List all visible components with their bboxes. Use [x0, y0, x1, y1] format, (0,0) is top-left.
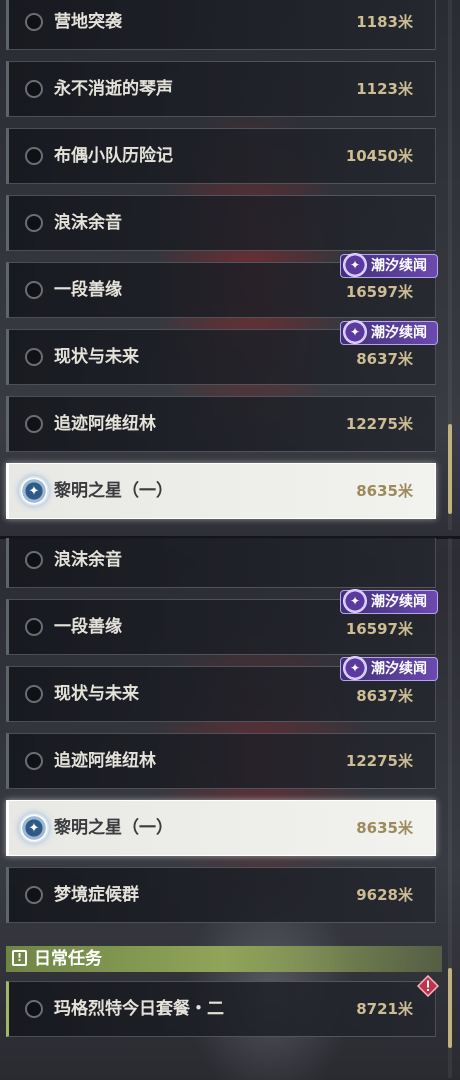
tidal-sparkle-icon: ✦: [343, 656, 367, 680]
radio-circle-icon: [25, 551, 43, 569]
quest-name: 浪沫余音: [54, 213, 122, 233]
quest-distance: 12275米: [345, 752, 413, 770]
quest-name: 追迹阿维纽林: [54, 751, 156, 771]
exclamation-box-icon: !: [12, 950, 27, 966]
quest-name: 追迹阿维纽林: [54, 414, 156, 434]
radio-circle-icon: [25, 13, 43, 31]
quest-name: 黎明之星（一）: [54, 481, 173, 501]
badge-label: 潮汐续闻: [371, 325, 427, 341]
badge-label: 潮汐续闻: [371, 594, 427, 610]
badge-label: 潮汐续闻: [371, 661, 427, 677]
radio-circle-icon: [25, 214, 43, 232]
quest-row-selected[interactable]: ✦ 黎明之星（一） 8635米: [6, 800, 436, 856]
quest-distance: 1123米: [356, 80, 413, 98]
tidal-tale-badge: ✦ 潮汐续闻: [340, 253, 438, 278]
daily-quest-row[interactable]: 玛格烈特今日套餐・二 8721米: [6, 981, 436, 1037]
quest-row[interactable]: 浪沫余音: [6, 195, 436, 251]
quest-row[interactable]: 营地突袭 1183米: [6, 0, 436, 50]
tidal-tale-badge: ✦ 潮汐续闻: [340, 320, 438, 345]
quest-row[interactable]: 布偶小队历险记 10450米: [6, 128, 436, 184]
tidal-tale-badge: ✦ 潮汐续闻: [340, 589, 438, 614]
warning-diamond-icon: [417, 975, 439, 997]
radio-circle-icon: [25, 415, 43, 433]
quest-row[interactable]: 梦境症候群 9628米: [6, 867, 436, 923]
location-target-icon: ✦: [19, 476, 49, 506]
quest-name: 玛格烈特今日套餐・二: [54, 999, 224, 1019]
radio-circle-icon: [25, 1000, 43, 1018]
radio-circle-icon: [25, 886, 43, 904]
quest-distance: 10450米: [345, 147, 413, 165]
tidal-sparkle-icon: ✦: [343, 589, 367, 613]
radio-circle-icon: [25, 147, 43, 165]
scrollbar-thumb[interactable]: [448, 424, 452, 514]
quest-row[interactable]: 浪沫余音: [6, 538, 436, 588]
quest-name: 梦境症候群: [54, 885, 139, 905]
radio-circle-icon: [25, 685, 43, 703]
quest-name: 浪沫余音: [54, 550, 122, 570]
quest-name: 布偶小队历险记: [54, 146, 173, 166]
quest-distance: 8635米: [356, 819, 413, 837]
radio-circle-icon: [25, 618, 43, 636]
scrollbar-thumb[interactable]: [448, 968, 452, 1048]
tidal-tale-badge: ✦ 潮汐续闻: [340, 656, 438, 681]
quest-name: 黎明之星（一）: [54, 818, 173, 838]
tidal-sparkle-icon: ✦: [343, 253, 367, 277]
tidal-sparkle-icon: ✦: [343, 320, 367, 344]
quest-row[interactable]: 永不消逝的琴声 1123米: [6, 61, 436, 117]
location-target-icon: ✦: [19, 813, 49, 843]
quest-row-selected[interactable]: ✦ 黎明之星（一） 8635米: [6, 463, 436, 519]
quest-distance: 12275米: [345, 415, 413, 433]
quest-list-panel-bottom: 浪沫余音 ✦ 潮汐续闻 一段善缘 16597米 ✦ 潮汐续闻 现状与未来 863…: [0, 538, 460, 1080]
quest-row[interactable]: 追迹阿维纽林 12275米: [6, 733, 436, 789]
section-title: 日常任务: [34, 949, 102, 969]
quest-name: 一段善缘: [54, 617, 122, 637]
quest-name: 现状与未来: [54, 347, 139, 367]
quest-distance: 8721米: [356, 1000, 413, 1018]
quest-distance: 9628米: [356, 886, 413, 904]
quest-name: 一段善缘: [54, 280, 122, 300]
quest-distance: 1183米: [356, 13, 413, 31]
daily-quests-header[interactable]: ! 日常任务: [6, 946, 442, 972]
quest-row[interactable]: 追迹阿维纽林 12275米: [6, 396, 436, 452]
radio-circle-icon: [25, 281, 43, 299]
quest-list-panel-top: 营地突袭 1183米 永不消逝的琴声 1123米 布偶小队历险记 10450米 …: [0, 0, 460, 538]
quest-name: 营地突袭: [54, 12, 122, 32]
radio-circle-icon: [25, 80, 43, 98]
quest-name: 永不消逝的琴声: [54, 79, 173, 99]
badge-label: 潮汐续闻: [371, 258, 427, 274]
quest-distance: 8635米: [356, 482, 413, 500]
radio-circle-icon: [25, 752, 43, 770]
radio-circle-icon: [25, 348, 43, 366]
quest-name: 现状与未来: [54, 684, 139, 704]
